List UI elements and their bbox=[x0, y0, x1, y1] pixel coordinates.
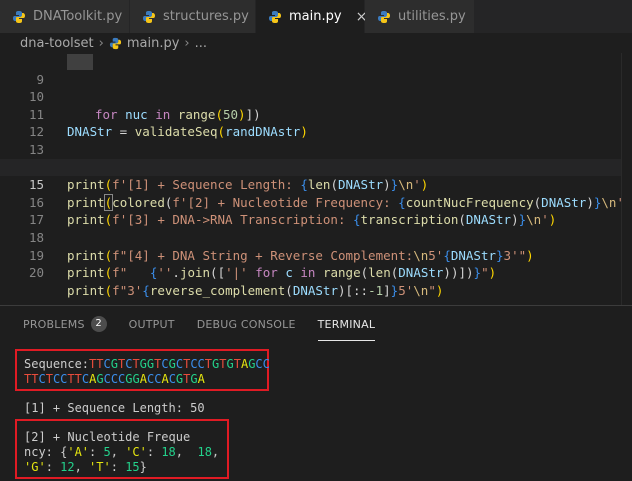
chevron-right-icon: › bbox=[184, 35, 190, 51]
breadcrumb-file[interactable]: main.py bbox=[127, 36, 180, 51]
panel-tab-bar: PROBLEMS 2 OUTPUT DEBUG CONSOLE TERMINAL bbox=[23, 316, 397, 341]
sequence-label: Sequence: bbox=[24, 357, 90, 371]
code-editor[interactable]: 9 for nuc in range(50)]) 10 11 DNAStr = … bbox=[0, 53, 632, 305]
python-file-icon bbox=[12, 10, 26, 24]
chevron-right-icon: › bbox=[98, 35, 104, 51]
bottom-panel: PROBLEMS 2 OUTPUT DEBUG CONSOLE TERMINAL… bbox=[0, 305, 632, 481]
terminal-frequency-line2: ncy: {'A': 5, 'C': 18, 18, bbox=[24, 445, 219, 460]
tab-main[interactable]: main.py × bbox=[256, 0, 367, 33]
editor-tab-bar: DNAToolkit.py structures.py main.py × ut… bbox=[0, 0, 632, 33]
code-text: print(f" {''.join(['|' for c in range(le… bbox=[67, 265, 497, 281]
code-line: 12 bbox=[0, 106, 632, 139]
tab-label: utilities.py bbox=[398, 9, 466, 24]
problems-count-badge: 2 bbox=[90, 316, 107, 332]
code-line: 16 print(f'[3] + DNA->RNA Transcription:… bbox=[0, 176, 632, 228]
indent-guide bbox=[67, 54, 93, 70]
python-file-icon bbox=[377, 10, 391, 24]
tab-label: PROBLEMS bbox=[23, 318, 85, 331]
tab-output[interactable]: OUTPUT bbox=[129, 318, 175, 340]
tab-label: structures.py bbox=[163, 9, 249, 24]
tab-terminal[interactable]: TERMINAL bbox=[317, 318, 376, 341]
tab-label: OUTPUT bbox=[128, 318, 175, 331]
breadcrumb-folder[interactable]: dna-toolset bbox=[20, 36, 94, 51]
tab-label: TERMINAL bbox=[317, 318, 376, 331]
editor-scrollbar[interactable] bbox=[621, 53, 632, 305]
terminal-frequency-line1: [2] + Nucleotide Freque bbox=[24, 430, 191, 444]
tab-problems[interactable]: PROBLEMS 2 bbox=[23, 316, 107, 340]
python-file-icon bbox=[142, 10, 156, 24]
tab-label: DEBUG CONSOLE bbox=[196, 318, 296, 331]
code-line: 19 print(f" {''.join(['|' for c in range… bbox=[0, 229, 632, 281]
frequency-values-2: 'G': 12, 'T': 15} bbox=[24, 460, 147, 474]
tab-utilities[interactable]: utilities.py bbox=[365, 0, 475, 33]
tab-dnatoolkit[interactable]: DNAToolkit.py bbox=[0, 0, 130, 33]
terminal-sequence-line2: TTCTCCTTCAGCCCGGACCACGTGA bbox=[24, 372, 205, 387]
tab-label: DNAToolkit.py bbox=[33, 9, 123, 24]
frequency-values-1: ncy: {'A': 5, 'C': 18, 18, bbox=[24, 445, 220, 459]
code-line-current: 15 print(colored(f'[2] + Nucleotide Freq… bbox=[0, 158, 632, 211]
python-file-icon bbox=[109, 37, 122, 50]
tab-debug-console[interactable]: DEBUG CONSOLE bbox=[197, 318, 296, 340]
code-text: print(f"3'{reverse_complement(DNAStr)[::… bbox=[67, 282, 444, 298]
python-file-icon bbox=[268, 10, 282, 24]
code-line: 18 print(f"[4] + DNA String + Reverse Co… bbox=[0, 211, 632, 263]
tab-label: main.py bbox=[289, 9, 342, 24]
breadcrumb: dna-toolset › main.py › ... bbox=[0, 33, 632, 53]
terminal-frequency-line3: 'G': 12, 'T': 15} bbox=[24, 460, 147, 475]
tab-structures[interactable]: structures.py bbox=[130, 0, 256, 33]
code-line: 17 bbox=[0, 194, 632, 227]
sequence-bases-1: TTCGTCTGGTCGCTCCTGTGTAGCC bbox=[89, 357, 270, 371]
line-number: 20 bbox=[28, 265, 44, 281]
terminal-length-line: [1] + Sequence Length: 50 bbox=[24, 401, 205, 415]
code-line: 9 for nuc in range(50)]) bbox=[0, 53, 632, 122]
code-line: 20 print(f"3'{reverse_complement(DNAStr)… bbox=[0, 247, 632, 298]
terminal-sequence-line1: Sequence:TTCGTCTGGTCGCTCCTGTGTAGCC bbox=[24, 357, 270, 372]
code-line: 11 DNAStr = validateSeq(randDNAstr) bbox=[0, 88, 632, 140]
code-line: 13 print(f'\nSequence:{colored(DNAStr)}\… bbox=[0, 123, 632, 175]
code-line: 14 print(f'[1] + Sequence Length: {len(D… bbox=[0, 141, 632, 193]
sequence-bases-2: TTCTCCTTCAGCCCGGACCACGTGA bbox=[24, 372, 205, 386]
breadcrumb-symbols[interactable]: ... bbox=[195, 36, 207, 51]
code-line: 10 bbox=[0, 71, 632, 104]
